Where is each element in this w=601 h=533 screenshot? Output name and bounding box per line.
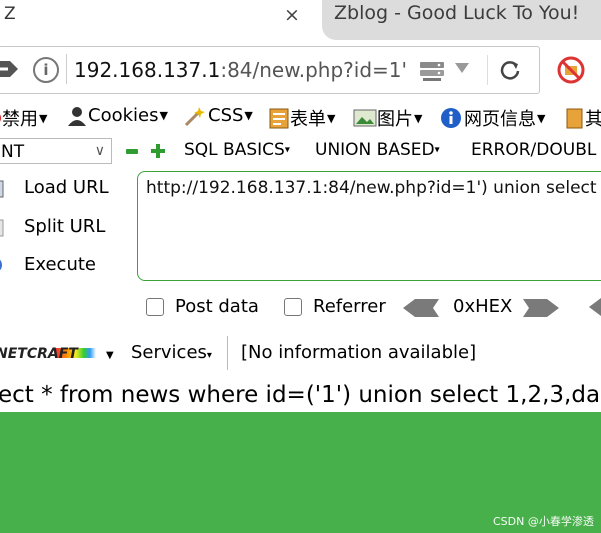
toolbar-forms-label: 表单 (290, 109, 326, 130)
url-host: 192.168.137.1 (74, 58, 221, 82)
menu-arrow-icon: ▾ (434, 144, 440, 156)
hackbar-select[interactable]: NT ∨ (0, 138, 112, 164)
post-data-label: Post data (175, 296, 259, 317)
toolbar-css-label: CSS (208, 105, 244, 126)
hackbar-menu-sql-basics[interactable]: SQL BASICS▾ (184, 140, 290, 160)
forms-icon (269, 108, 289, 129)
browser-screenshot: { "tabs": { "active_label": "Z", "close_… (0, 0, 601, 533)
post-data-checkbox[interactable] (146, 298, 164, 316)
load-url-label: Load URL (24, 177, 109, 198)
arrow-right-icon[interactable] (523, 299, 559, 317)
toolbar-images-label: 图片 (377, 109, 413, 130)
status-divider (227, 336, 228, 370)
menu-label: SQL BASICS (184, 140, 285, 160)
split-url-icon (0, 219, 4, 237)
arrow-left-icon[interactable] (403, 299, 439, 317)
menu-label: ERROR/DOUBL (471, 140, 597, 160)
plus-icon[interactable] (151, 144, 165, 158)
split-url-label: Split URL (24, 216, 106, 237)
tab-inactive-label: Zblog - Good Luck To You! (334, 2, 580, 24)
arrow-left-icon-2[interactable] (589, 298, 601, 316)
chevron-down-icon: ▼ (327, 111, 336, 125)
referrer-label: Referrer (313, 296, 386, 317)
execute-button[interactable]: Execute (24, 254, 96, 275)
load-url-icon (0, 180, 4, 198)
csdn-watermark: CSDN @小春学渗透 (493, 515, 594, 528)
toolbar-other-label: 其 (585, 109, 601, 130)
refresh-icon[interactable] (499, 59, 521, 81)
split-url-button[interactable]: Split URL (24, 216, 105, 237)
hackbar-menu-union-based[interactable]: UNION BASED▾ (315, 140, 440, 160)
toolbar-css[interactable]: CSS ▼ (184, 105, 253, 126)
tab-close-icon[interactable]: × (284, 4, 300, 26)
pin-icon[interactable] (0, 55, 20, 83)
menu-arrow-icon: ▾ (284, 144, 290, 156)
toolbar-images[interactable]: 图片 ▼ (353, 105, 422, 131)
chevron-down-icon: ▼ (244, 109, 253, 122)
sql-query-text: ect * from news where id=('1') union sel… (0, 382, 601, 408)
hackbar-select-value: NT (1, 142, 25, 162)
cookies-icon (68, 106, 86, 126)
toolbar-page-info[interactable]: 网页信息 ▼ (440, 105, 545, 131)
hex-button[interactable]: 0xHEX (453, 296, 512, 317)
toolbar-forms[interactable]: 表单 ▼ (268, 105, 335, 131)
svg-text:NETCRAFT: NETCRAFT (0, 346, 79, 362)
url-path: :84/new.php?id=1' (220, 58, 408, 82)
netcraft-logo[interactable]: NETCRAFT (0, 342, 96, 364)
info-icon[interactable]: i (33, 57, 59, 83)
toolbar-cookies-label: Cookies (88, 105, 159, 126)
url-dropdown-icon[interactable] (455, 63, 469, 73)
url-text[interactable]: 192.168.137.1:84/new.php?id=1' (74, 58, 407, 82)
execute-label: Execute (24, 254, 96, 275)
chevron-down-icon: ▼ (39, 111, 48, 125)
referrer-checkbox[interactable] (284, 298, 302, 316)
execute-icon (0, 259, 2, 271)
site-info-text: [No information available] (241, 342, 477, 363)
toolbar-other[interactable]: 其 (565, 105, 601, 131)
images-icon (353, 109, 377, 127)
minus-icon[interactable] (126, 149, 138, 154)
tab-strip: Z × Zblog - Good Luck To You! (0, 0, 601, 40)
hackbar-url-textarea-value: http://192.168.137.1:84/new.php?id=1') u… (146, 178, 597, 198)
chevron-down-icon: ▼ (537, 111, 546, 125)
url-divider (66, 54, 67, 84)
chevron-down-icon: ▾ (206, 350, 212, 361)
services-menu[interactable]: Services▾ (131, 342, 212, 363)
toolbar-disable-label: 禁用 (2, 109, 38, 130)
chevron-down-icon: ▼ (159, 109, 168, 122)
toolbar-page-info-label: 网页信息 (464, 109, 536, 130)
menu-label: UNION BASED (315, 140, 435, 160)
server-icon[interactable] (419, 60, 445, 82)
toolbar-disable[interactable]: 禁用 ▼ (0, 105, 47, 131)
url-divider-2 (487, 55, 488, 85)
chevron-down-icon: ∨ (94, 143, 105, 159)
css-wand-icon (184, 106, 205, 126)
hackbar-menu-error-double[interactable]: ERROR/DOUBL (471, 140, 596, 160)
netcraft-dropdown-icon[interactable]: ▼ (106, 350, 114, 361)
services-label: Services (131, 342, 207, 363)
page-info-icon (441, 108, 461, 128)
tab-active-label: Z (4, 4, 16, 24)
chevron-down-icon: ▼ (414, 111, 423, 125)
load-url-button[interactable]: Load URL (24, 177, 109, 198)
other-tools-icon (566, 108, 583, 129)
tab-active[interactable] (0, 0, 315, 40)
toolbar-cookies[interactable]: Cookies ▼ (66, 105, 168, 126)
noscript-icon[interactable] (557, 56, 585, 84)
